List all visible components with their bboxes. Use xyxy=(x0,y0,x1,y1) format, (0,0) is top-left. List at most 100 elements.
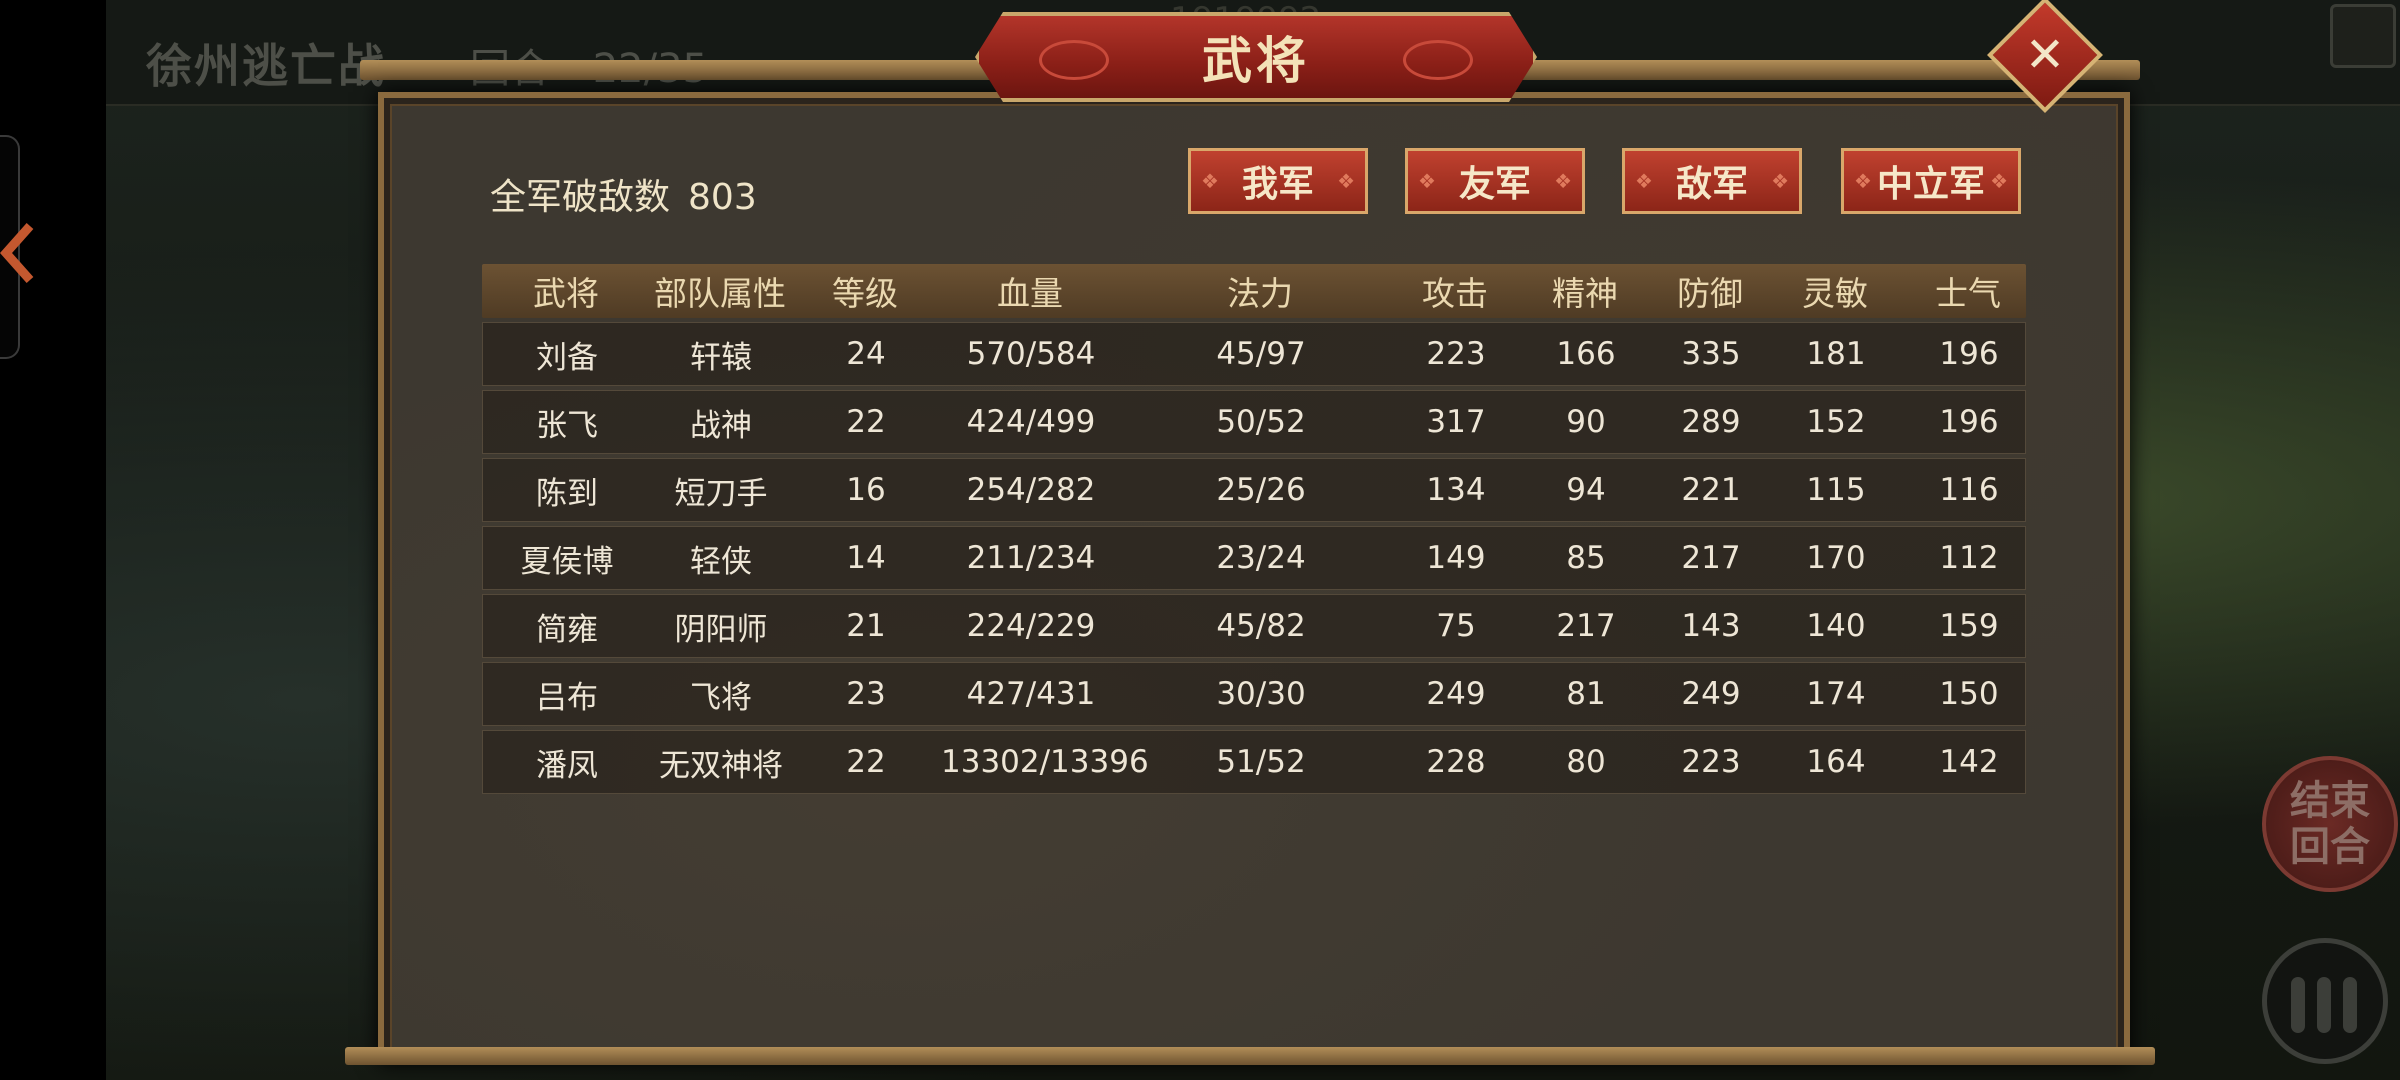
mp: 25/26 xyxy=(1216,472,1306,508)
column-header[interactable]: 攻击 xyxy=(1400,267,1510,315)
menu-bar-icon xyxy=(2343,977,2357,1033)
back-arrow-icon[interactable] xyxy=(0,218,44,288)
menu-bar-icon xyxy=(2317,977,2331,1033)
hp: 224/229 xyxy=(966,608,1096,644)
defense: 221 xyxy=(1681,472,1741,508)
unit-type: 轩辕 xyxy=(690,339,752,376)
mp: 45/97 xyxy=(1216,336,1306,372)
column-header[interactable]: 防御 xyxy=(1660,267,1760,315)
unit-type: 无双神将 xyxy=(659,747,783,784)
table-row[interactable]: 潘凤 无双神将 22 13302/13396 51/52 228 80 223 … xyxy=(482,730,2026,794)
defense: 289 xyxy=(1681,404,1741,440)
battle-title: 徐州逃亡战 xyxy=(146,39,386,93)
defense: 217 xyxy=(1681,540,1741,576)
attack: 228 xyxy=(1426,744,1486,780)
table-row[interactable]: 吕布 飞将 23 427/431 30/30 249 81 249 174 15… xyxy=(482,662,2026,726)
table-row[interactable]: 简雍 阴阳师 21 224/229 45/82 75 217 143 140 1… xyxy=(482,594,2026,658)
level: 21 xyxy=(846,608,886,644)
tab-enemy-army[interactable]: 敌军 xyxy=(1622,148,1802,214)
agility: 152 xyxy=(1806,404,1866,440)
level: 14 xyxy=(846,540,886,576)
unit-type: 战神 xyxy=(690,407,752,444)
unit-type: 阴阳师 xyxy=(674,611,768,648)
agility: 115 xyxy=(1806,472,1866,508)
morale: 150 xyxy=(1939,676,1999,712)
general-name: 张飞 xyxy=(536,407,598,444)
swirl-ornament-icon xyxy=(1039,40,1109,80)
table-row[interactable]: 刘备 轩辕 24 570/584 45/97 223 166 335 181 1… xyxy=(482,322,2026,386)
spirit: 94 xyxy=(1566,472,1606,508)
general-name: 刘备 xyxy=(536,339,598,376)
dialog-title-banner: 武将 xyxy=(975,12,1537,102)
mp: 23/24 xyxy=(1216,540,1306,576)
close-icon[interactable]: ✕ xyxy=(2004,14,2086,96)
attack: 149 xyxy=(1426,540,1486,576)
general-name: 夏侯博 xyxy=(520,543,614,580)
unit-type: 轻侠 xyxy=(690,543,752,580)
level: 24 xyxy=(846,336,886,372)
menu-button[interactable] xyxy=(2262,938,2388,1064)
table-row[interactable]: 陈到 短刀手 16 254/282 25/26 134 94 221 115 1… xyxy=(482,458,2026,522)
end-turn-button[interactable]: 结束 回合 xyxy=(2262,756,2398,892)
swirl-ornament-icon xyxy=(1403,40,1473,80)
column-header[interactable]: 灵敏 xyxy=(1760,267,1910,315)
agility: 164 xyxy=(1806,744,1866,780)
level: 23 xyxy=(846,676,886,712)
dialog-title: 武将 xyxy=(1202,32,1310,90)
level: 16 xyxy=(846,472,886,508)
column-header[interactable]: 等级 xyxy=(790,267,940,315)
hp: 211/234 xyxy=(966,540,1096,576)
tab-allied-army[interactable]: 友军 xyxy=(1405,148,1585,214)
level: 22 xyxy=(846,404,886,440)
end-turn-line2: 回合 xyxy=(2290,824,2370,870)
general-name: 潘凤 xyxy=(536,747,598,784)
menu-bar-icon xyxy=(2291,977,2305,1033)
mp: 50/52 xyxy=(1216,404,1306,440)
spirit: 217 xyxy=(1556,608,1616,644)
spirit: 80 xyxy=(1566,744,1606,780)
unit-type: 短刀手 xyxy=(674,475,768,512)
mp: 30/30 xyxy=(1216,676,1306,712)
column-header[interactable]: 部队属性 xyxy=(650,267,790,315)
total-kills-label: 全军破敌数 xyxy=(490,177,671,218)
total-kills: 全军破敌数 803 xyxy=(490,168,757,220)
morale: 159 xyxy=(1939,608,1999,644)
mp: 51/52 xyxy=(1216,744,1306,780)
spirit: 166 xyxy=(1556,336,1616,372)
defense: 249 xyxy=(1681,676,1741,712)
defense: 143 xyxy=(1681,608,1741,644)
agility: 174 xyxy=(1806,676,1866,712)
agility: 170 xyxy=(1806,540,1866,576)
column-header[interactable]: 精神 xyxy=(1510,267,1660,315)
generals-table: 武将 部队属性 等级 血量 法力 攻击 精神 防御 灵敏 士气 刘备 轩辕 24… xyxy=(482,264,2026,794)
tab-neutral-army[interactable]: 中立军 xyxy=(1841,148,2021,214)
morale: 196 xyxy=(1939,404,1999,440)
table-header: 武将 部队属性 等级 血量 法力 攻击 精神 防御 灵敏 士气 xyxy=(482,264,2026,318)
table-row[interactable]: 夏侯博 轻侠 14 211/234 23/24 149 85 217 170 1… xyxy=(482,526,2026,590)
morale: 116 xyxy=(1939,472,1999,508)
attack: 249 xyxy=(1426,676,1486,712)
attack: 75 xyxy=(1436,608,1476,644)
total-kills-value: 803 xyxy=(688,177,757,218)
morale: 196 xyxy=(1939,336,1999,372)
agility: 140 xyxy=(1806,608,1866,644)
agility: 181 xyxy=(1806,336,1866,372)
attack: 317 xyxy=(1426,404,1486,440)
table-row[interactable]: 张飞 战神 22 424/499 50/52 317 90 289 152 19… xyxy=(482,390,2026,454)
level: 22 xyxy=(846,744,886,780)
hp: 13302/13396 xyxy=(941,744,1149,780)
hp: 427/431 xyxy=(966,676,1096,712)
hp: 424/499 xyxy=(966,404,1096,440)
column-header[interactable]: 士气 xyxy=(1910,267,2026,315)
column-header[interactable]: 武将 xyxy=(482,267,650,315)
column-header[interactable]: 法力 xyxy=(1120,267,1400,315)
general-name: 简雍 xyxy=(536,611,598,648)
minimap-icon[interactable] xyxy=(2330,4,2396,68)
morale: 142 xyxy=(1939,744,1999,780)
mp: 45/82 xyxy=(1216,608,1306,644)
attack: 134 xyxy=(1426,472,1486,508)
column-header[interactable]: 血量 xyxy=(940,267,1120,315)
tab-our-army[interactable]: 我军 xyxy=(1188,148,1368,214)
attack: 223 xyxy=(1426,336,1486,372)
end-turn-line1: 结束 xyxy=(2290,778,2370,824)
